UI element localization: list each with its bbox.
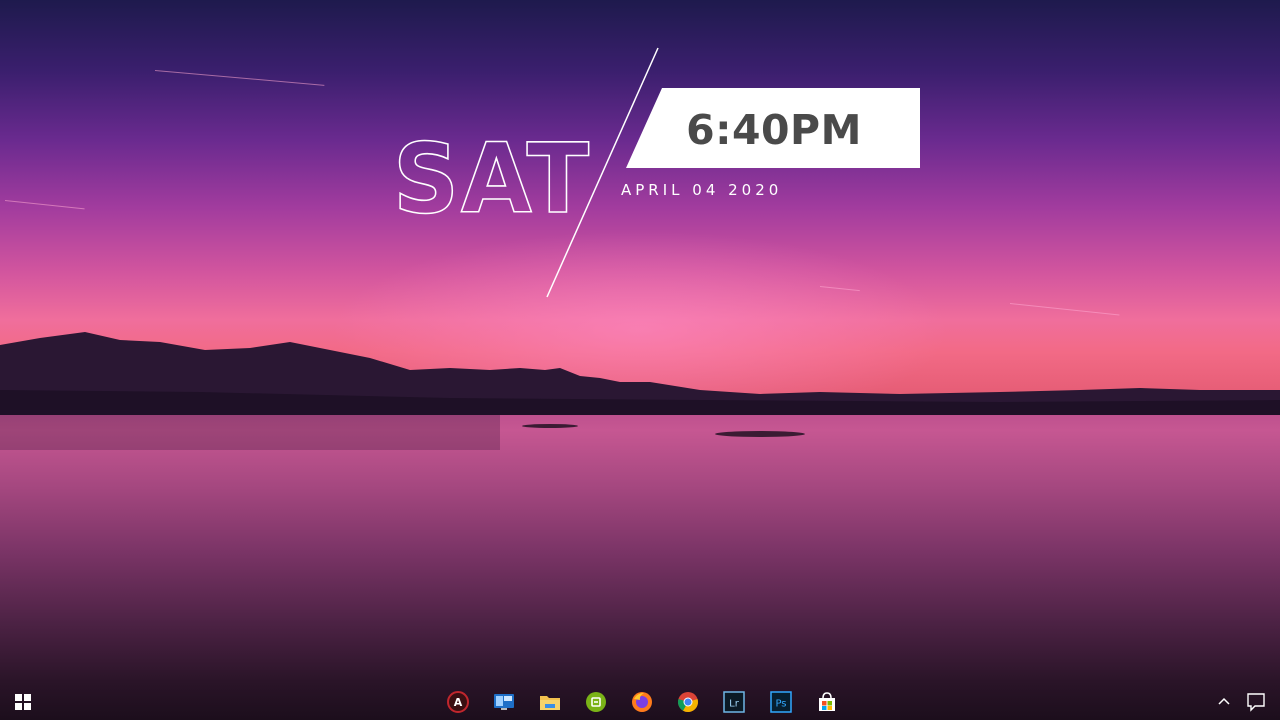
taskbar-app-green[interactable] <box>583 689 609 715</box>
taskbar-app-a[interactable]: A <box>445 689 471 715</box>
monitor-app-icon <box>494 694 514 710</box>
store-icon <box>819 692 835 711</box>
taskbar-app-blue[interactable] <box>491 689 517 715</box>
day-label: SAT <box>393 128 591 218</box>
svg-text:Lr: Lr <box>729 699 740 710</box>
taskbar-chrome[interactable] <box>675 689 701 715</box>
taskbar-firefox[interactable] <box>629 689 655 715</box>
taskbar-lightroom[interactable]: Lr <box>721 689 747 715</box>
chevron-up-icon <box>1218 697 1230 705</box>
clock-date: APRIL 04 2020 <box>621 181 783 199</box>
svg-text:SAT: SAT <box>393 128 591 218</box>
circle-a-icon: A <box>447 691 469 713</box>
taskbar-file-explorer[interactable] <box>537 689 563 715</box>
tray-overflow-button[interactable] <box>1214 691 1234 711</box>
chrome-icon <box>678 692 698 713</box>
lightroom-icon: Lr <box>723 691 745 713</box>
photoshop-icon: Ps <box>770 691 792 713</box>
start-button[interactable] <box>10 689 36 715</box>
action-center-button[interactable] <box>1244 691 1268 713</box>
taskbar: A Lr Ps <box>0 683 1280 720</box>
clock-time: 6:40PM <box>686 106 862 154</box>
taskbar-store[interactable] <box>814 689 840 715</box>
windows-start-icon <box>15 694 31 710</box>
notification-icon <box>1247 693 1265 712</box>
svg-text:Ps: Ps <box>775 699 786 710</box>
mountain-silhouette <box>0 332 1280 415</box>
folder-icon <box>540 696 560 710</box>
svg-text:A: A <box>454 696 463 709</box>
green-circle-icon <box>586 692 606 712</box>
firefox-icon <box>632 692 652 712</box>
lake-reflection <box>0 410 805 450</box>
taskbar-photoshop[interactable]: Ps <box>768 689 794 715</box>
